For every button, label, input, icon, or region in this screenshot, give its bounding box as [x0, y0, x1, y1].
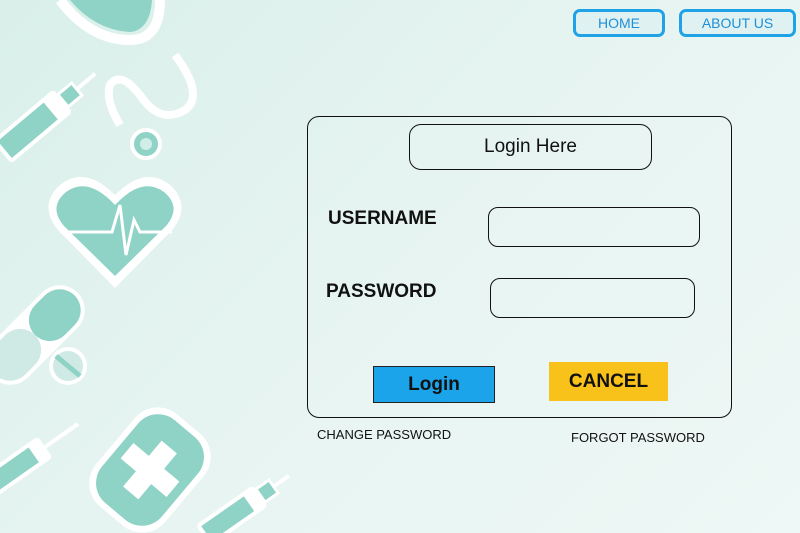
stethoscope-icon [56, 0, 197, 160]
syringe-icon [0, 422, 80, 497]
medical-background-art [0, 0, 291, 533]
forgot-password-link[interactable]: FORGOT PASSWORD [571, 430, 705, 445]
username-label: USERNAME [328, 208, 437, 229]
home-button[interactable]: HOME [573, 9, 665, 37]
username-input[interactable] [488, 207, 700, 247]
change-password-link[interactable]: CHANGE PASSWORD [317, 427, 451, 442]
syringe-icon [0, 72, 97, 162]
password-input[interactable] [490, 278, 695, 318]
pill-tablet-icon [49, 347, 87, 385]
heartbeat-icon [48, 177, 182, 288]
login-button[interactable]: Login [373, 366, 495, 403]
password-label: PASSWORD [326, 281, 437, 302]
cancel-button[interactable]: CANCEL [549, 362, 668, 401]
medicine-bottle-icon [89, 407, 211, 533]
about-us-button[interactable]: ABOUT US [679, 9, 796, 37]
login-title: Login Here [409, 124, 652, 170]
syringe-icon [197, 473, 291, 533]
